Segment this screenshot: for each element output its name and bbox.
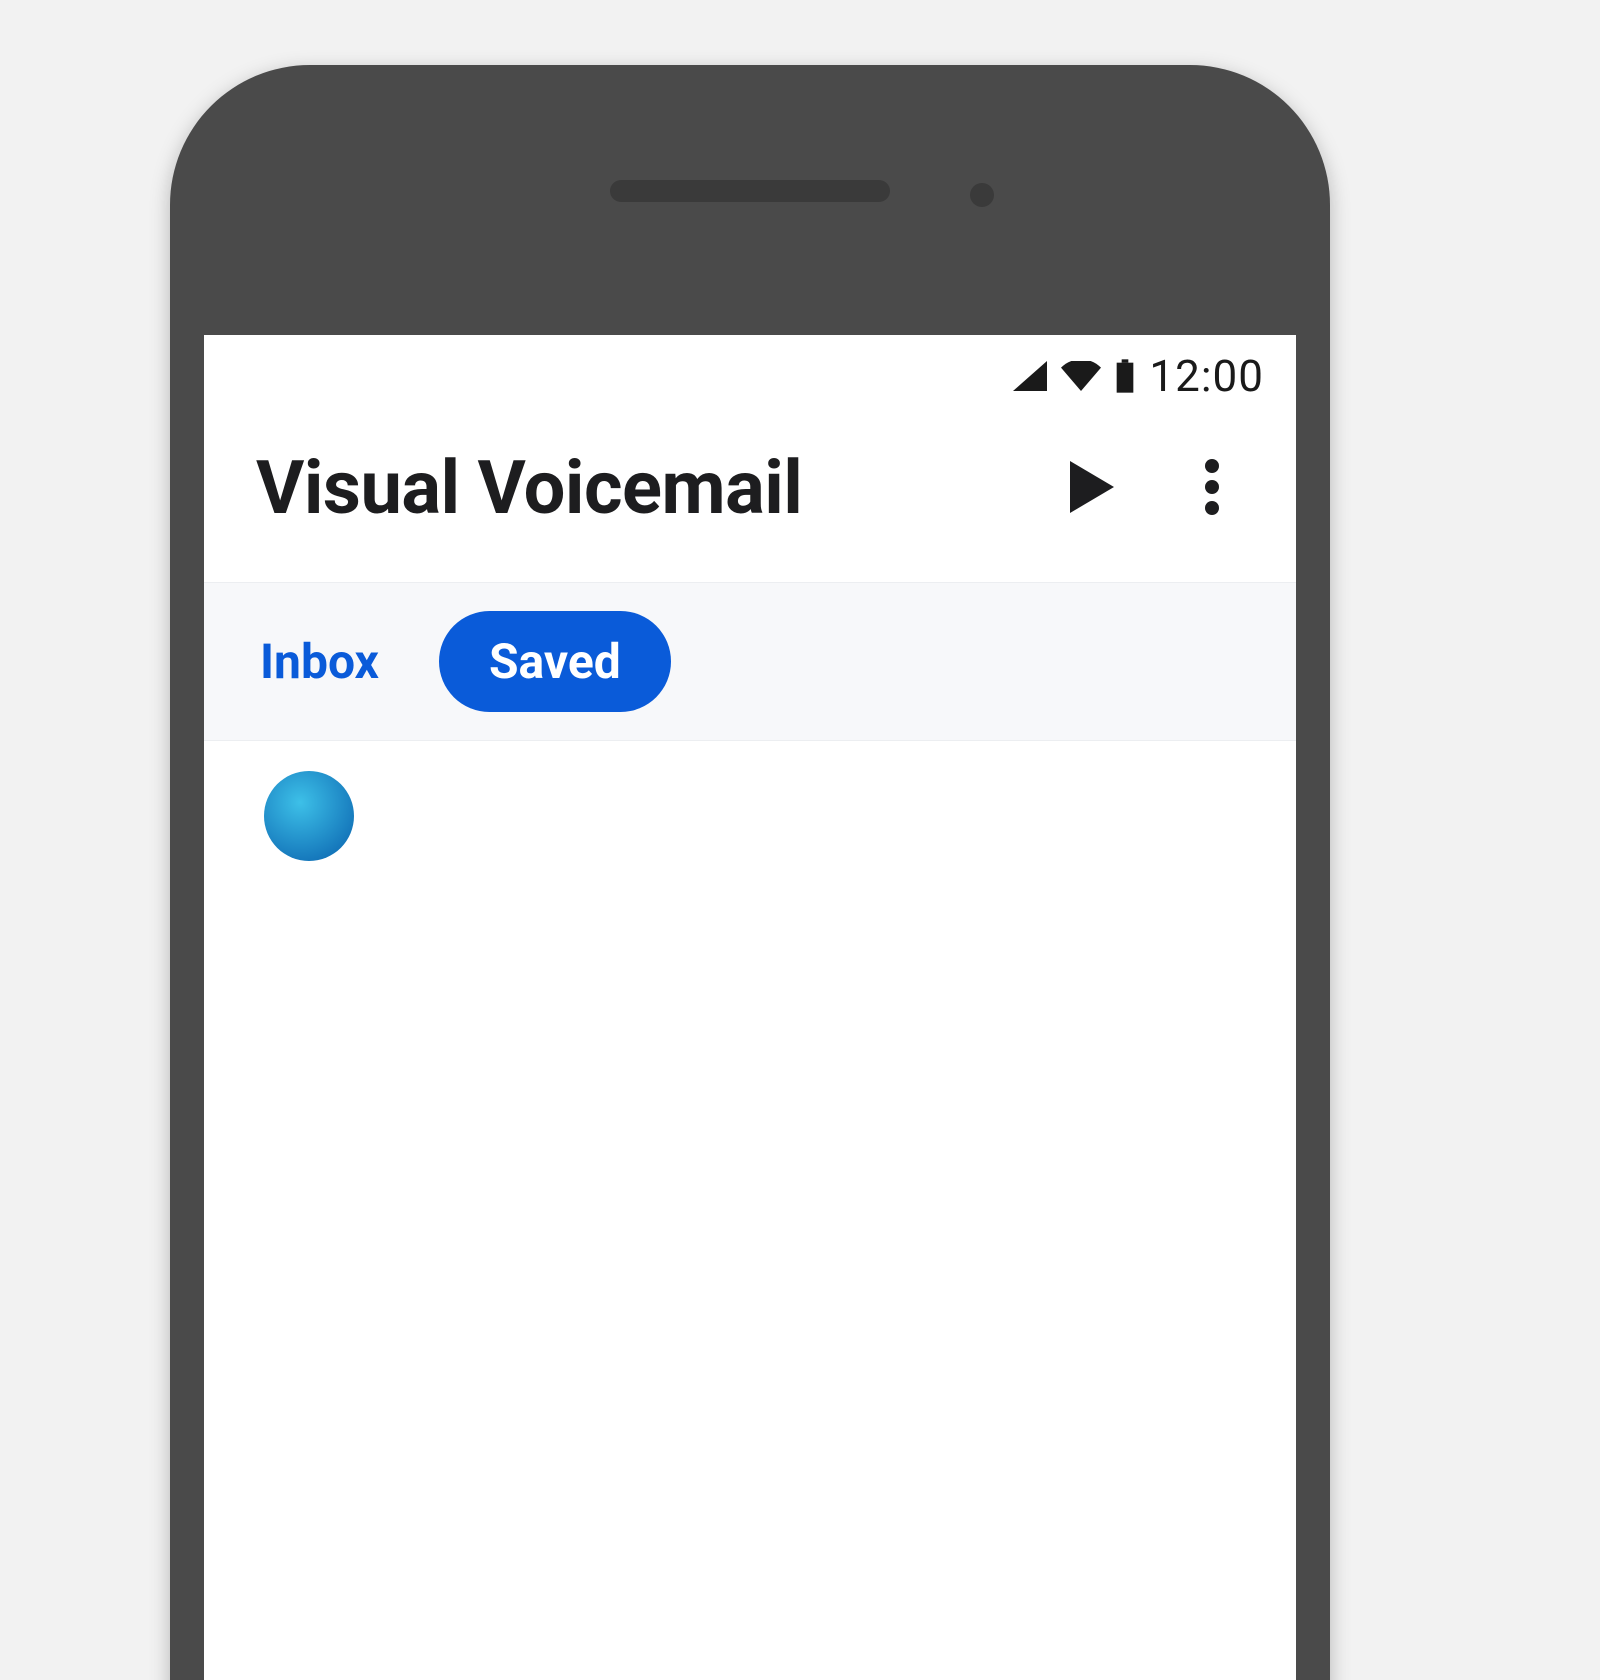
cellular-signal-icon: [1013, 361, 1047, 391]
tab-inbox[interactable]: Inbox: [260, 633, 379, 690]
more-options-button[interactable]: [1172, 449, 1252, 529]
battery-icon: [1115, 359, 1135, 393]
phone-camera: [970, 183, 994, 207]
wifi-icon: [1061, 361, 1101, 391]
phone-speaker: [610, 180, 890, 202]
phone-frame: 12:00 Visual Voicemail: [170, 65, 1330, 1680]
play-all-button[interactable]: [1052, 449, 1132, 529]
play-icon: [1070, 461, 1114, 517]
more-vertical-icon: [1205, 459, 1219, 519]
tab-saved[interactable]: Saved: [439, 611, 671, 712]
app-title: Visual Voicemail: [256, 445, 1012, 532]
status-bar: 12:00: [204, 335, 1296, 405]
contact-avatar[interactable]: [264, 771, 354, 861]
tab-strip: Inbox Saved: [204, 582, 1296, 741]
voicemail-list: [204, 741, 1296, 891]
status-time: 12:00: [1149, 350, 1264, 402]
phone-screen: 12:00 Visual Voicemail: [204, 335, 1296, 1680]
app-bar: Visual Voicemail: [204, 405, 1296, 582]
